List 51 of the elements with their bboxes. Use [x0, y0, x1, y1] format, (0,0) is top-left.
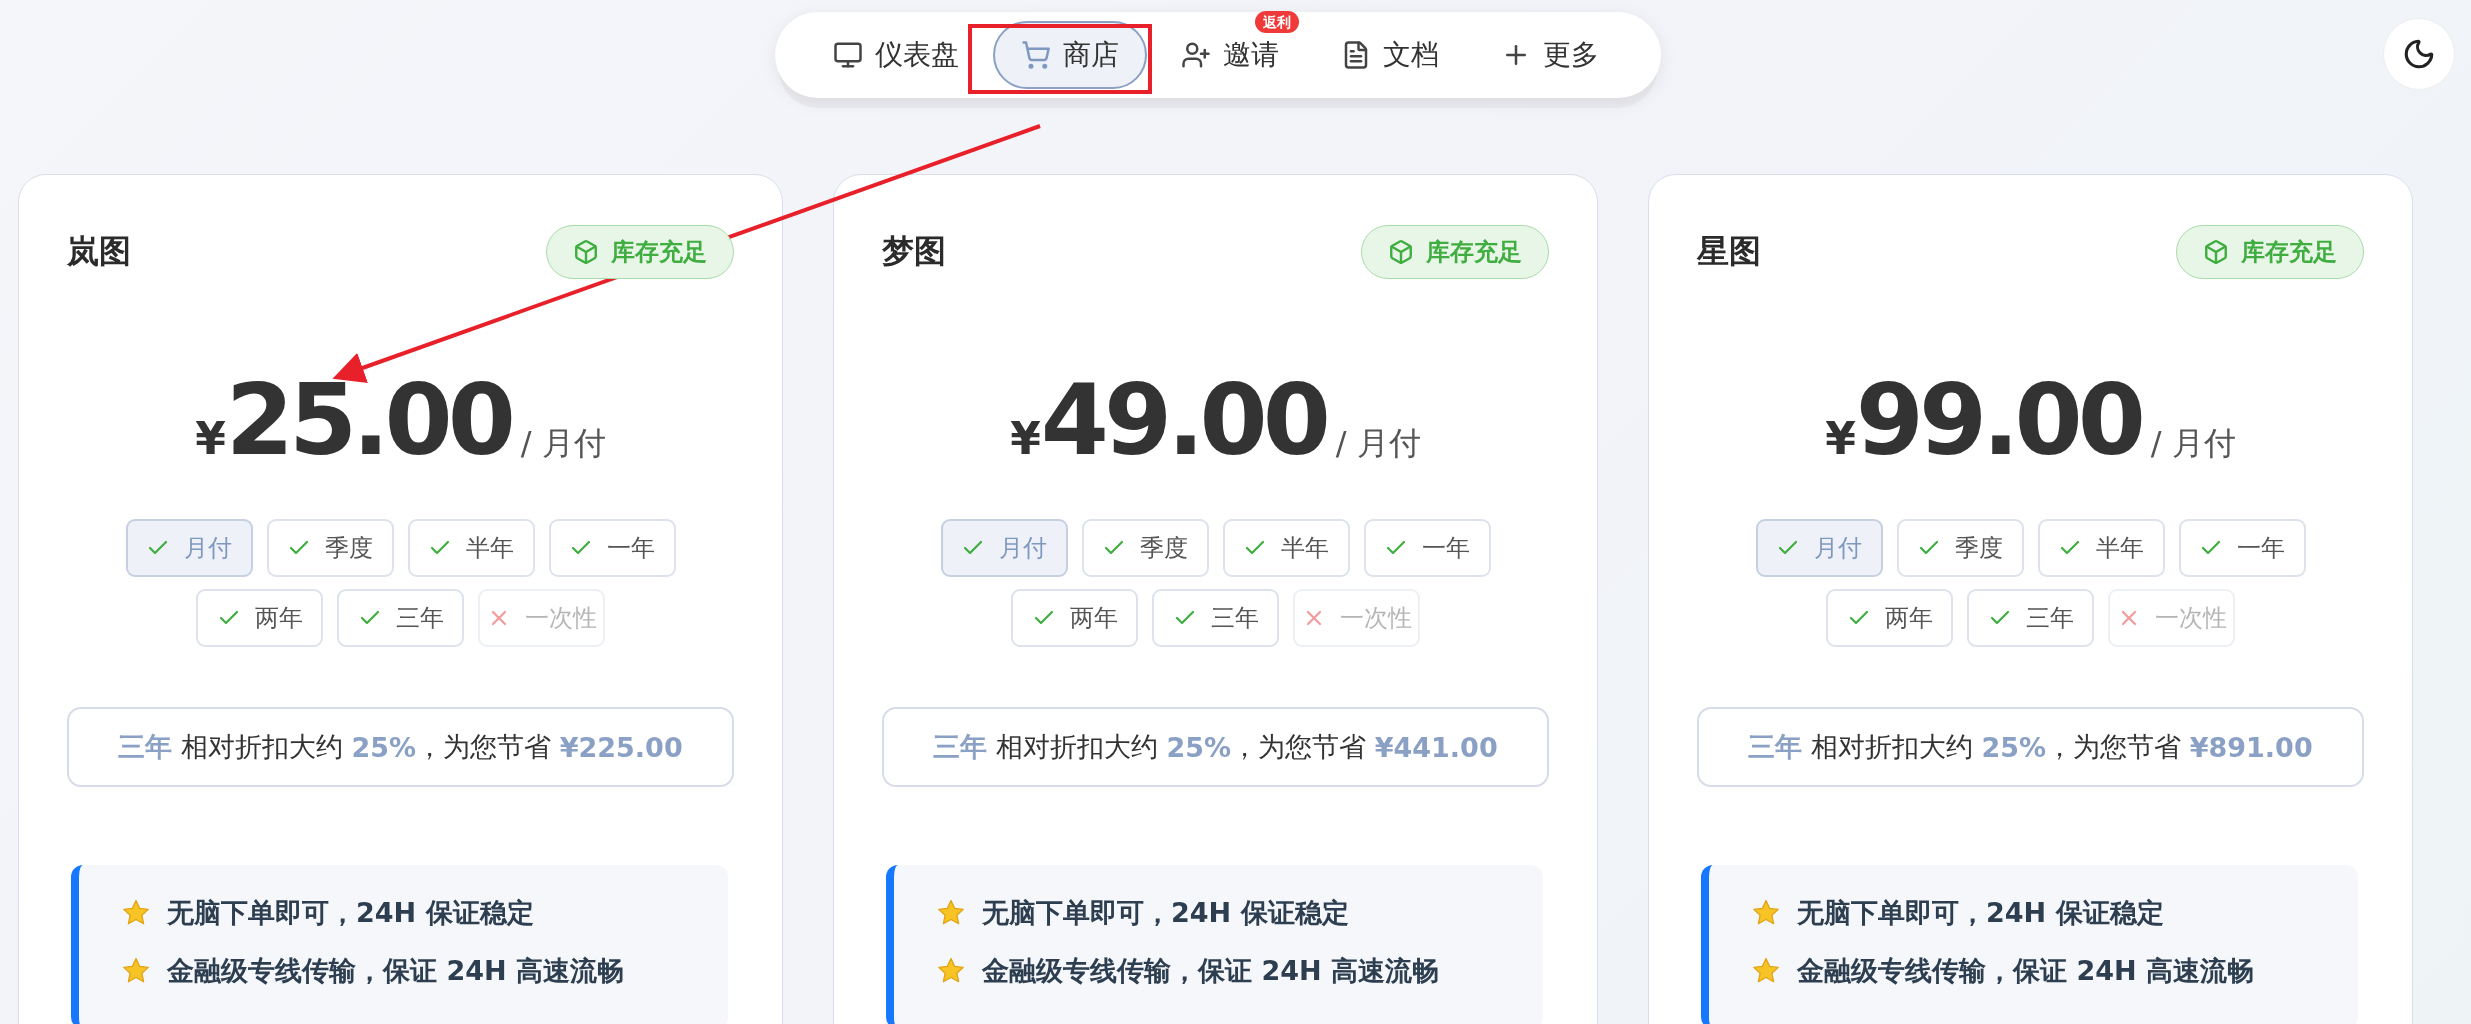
- feature-text: 无脑下单即可，24H 保证稳定: [982, 896, 1349, 930]
- billing-option[interactable]: 季度: [266, 519, 394, 577]
- billing-option[interactable]: 两年: [1826, 589, 1953, 647]
- nav-icon: [832, 40, 863, 70]
- feature-text: 无脑下单即可，24H 保证稳定: [1797, 896, 2164, 930]
- savings-note: 三年 相对折扣大约 25%，为您节省 ¥441.00: [882, 707, 1549, 787]
- plan-title: 星图: [1697, 231, 1761, 272]
- feature-text: 金融级专线传输，保证 24H 高速流畅: [1797, 954, 2254, 988]
- cube-icon: [1388, 239, 1414, 265]
- billing-option[interactable]: 一年: [2178, 519, 2306, 577]
- billing-option[interactable]: 三年: [337, 589, 464, 647]
- price-amount: 49.00: [1040, 371, 1326, 469]
- moon-icon: [2402, 37, 2436, 71]
- cube-icon: [2203, 239, 2229, 265]
- nav-tab[interactable]: 仪表盘: [804, 21, 987, 89]
- billing-option[interactable]: 半年: [2037, 519, 2165, 577]
- billing-option[interactable]: 半年: [407, 519, 535, 577]
- price-unit: / 月付: [520, 423, 606, 464]
- savings-note: 三年 相对折扣大约 25%，为您节省 ¥225.00: [67, 707, 734, 787]
- price-amount: 25.00: [225, 371, 511, 469]
- billing-option[interactable]: 两年: [196, 589, 323, 647]
- billing-option[interactable]: 季度: [1896, 519, 2024, 577]
- price-unit: / 月付: [1335, 423, 1421, 464]
- nav-icon: [1020, 40, 1051, 70]
- billing-option[interactable]: 半年: [1222, 519, 1350, 577]
- stock-badge: 库存充足: [1361, 225, 1549, 279]
- savings-note: 三年 相对折扣大约 25%，为您节省 ¥891.00: [1697, 707, 2364, 787]
- nav-tab[interactable]: 商店: [992, 21, 1147, 89]
- currency-symbol: ¥: [1010, 413, 1041, 464]
- nav-badge: 返利: [1254, 11, 1299, 33]
- nav-icon: [1180, 40, 1211, 70]
- feature-text: 无脑下单即可，24H 保证稳定: [167, 896, 534, 930]
- plan-title: 梦图: [882, 231, 946, 272]
- feature-text: 金融级专线传输，保证 24H 高速流畅: [167, 954, 624, 988]
- billing-option[interactable]: 三年: [1152, 589, 1279, 647]
- nav-tab[interactable]: 更多: [1472, 21, 1627, 89]
- price-amount: 99.00: [1855, 371, 2141, 469]
- stock-badge: 库存充足: [2176, 225, 2364, 279]
- billing-option[interactable]: 三年: [1967, 589, 2094, 647]
- billing-option[interactable]: 一年: [1363, 519, 1491, 577]
- currency-symbol: ¥: [195, 413, 226, 464]
- price-unit: / 月付: [2150, 423, 2236, 464]
- billing-option[interactable]: 一年: [548, 519, 676, 577]
- feature-text: 金融级专线传输，保证 24H 高速流畅: [982, 954, 1439, 988]
- billing-option[interactable]: 两年: [1011, 589, 1138, 647]
- currency-symbol: ¥: [1825, 413, 1856, 464]
- plan-title: 岚图: [67, 231, 131, 272]
- nav-tab[interactable]: 文档: [1312, 21, 1467, 89]
- billing-option[interactable]: 季度: [1081, 519, 1209, 577]
- cube-icon: [573, 239, 599, 265]
- stock-badge: 库存充足: [546, 225, 734, 279]
